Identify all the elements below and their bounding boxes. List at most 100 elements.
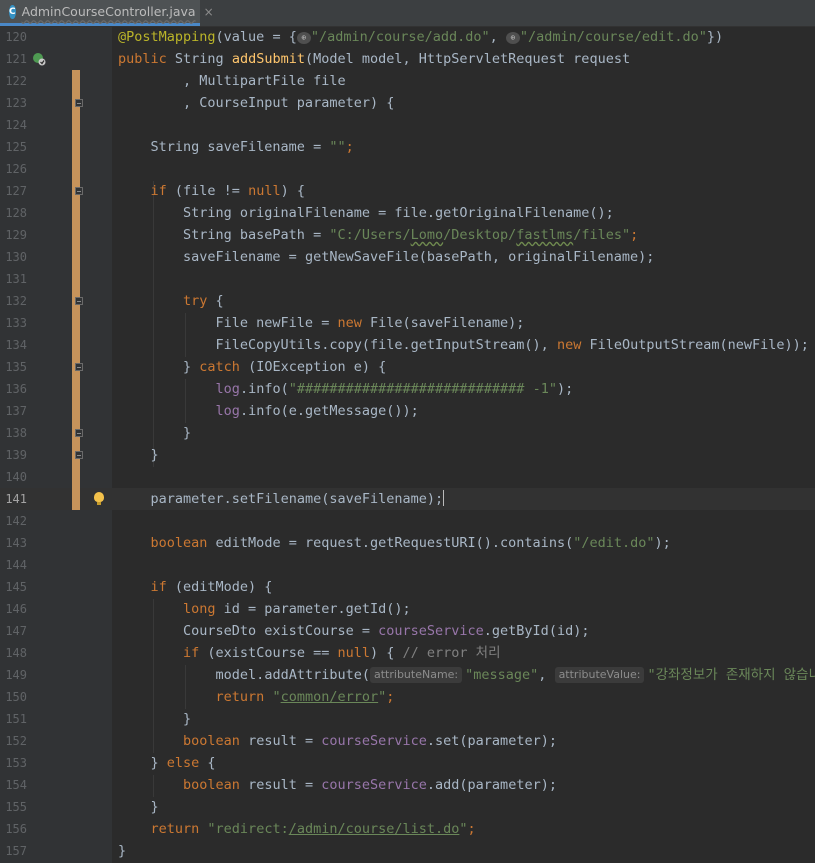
code-line[interactable]: 142 (0, 510, 815, 532)
fold-marker[interactable] (75, 429, 83, 437)
code-line[interactable]: 124 (0, 114, 815, 136)
code-line[interactable]: 130 saveFilename = getNewSaveFile(basePa… (0, 246, 815, 268)
line-number: 145 (5, 580, 27, 594)
code-line[interactable]: 157 } (0, 840, 815, 862)
globe-icon[interactable]: ⊕ (505, 32, 520, 44)
lightbulb-icon[interactable] (94, 492, 104, 505)
close-icon[interactable]: × (204, 5, 214, 19)
line-number: 127 (5, 184, 27, 198)
code-line[interactable]: 122 , MultipartFile file (0, 70, 815, 92)
line-number: 154 (5, 778, 27, 792)
code-line[interactable]: 138 } (0, 422, 815, 444)
line-number: 125 (5, 140, 27, 154)
fold-marker[interactable] (75, 363, 83, 371)
vcs-change-marker[interactable] (72, 334, 80, 356)
editor-tab-bar: C AdminCourseController.java × (0, 0, 815, 27)
line-number: 137 (5, 404, 27, 418)
code-line[interactable]: 125 String saveFilename = ""; (0, 136, 815, 158)
code-line[interactable]: 126 (0, 158, 815, 180)
line-number: 157 (5, 844, 27, 858)
line-number: 132 (5, 294, 27, 308)
parameter-hint: attributeName: (370, 667, 463, 683)
code-line[interactable]: 152 boolean result = courseService.set(p… (0, 730, 815, 752)
code-line[interactable]: 144 (0, 554, 815, 576)
code-line[interactable]: 128 String originalFilename = file.getOr… (0, 202, 815, 224)
code-line[interactable]: 139 } (0, 444, 815, 466)
code-line[interactable]: 133 File newFile = new File(saveFilename… (0, 312, 815, 334)
line-number: 135 (5, 360, 27, 374)
code-line[interactable]: 153 } else { (0, 752, 815, 774)
code-line[interactable]: 155 } (0, 796, 815, 818)
vcs-change-marker[interactable] (72, 70, 80, 92)
line-number: 140 (5, 470, 27, 484)
code-line[interactable]: 156 return "redirect:/admin/course/list.… (0, 818, 815, 840)
parameter-hint: attributeValue: (554, 667, 645, 683)
code-line[interactable]: 131 (0, 268, 815, 290)
code-line[interactable]: 127 if (file != null) { (0, 180, 815, 202)
code-line[interactable]: 154 boolean result = courseService.add(p… (0, 774, 815, 796)
line-number: 129 (5, 228, 27, 242)
vcs-change-marker[interactable] (72, 312, 80, 334)
code-line[interactable]: 140 (0, 466, 815, 488)
line-number: 130 (5, 250, 27, 264)
fold-marker[interactable] (75, 297, 83, 305)
tab-admin-course-controller[interactable]: C AdminCourseController.java × (0, 0, 214, 26)
vcs-change-marker[interactable] (72, 268, 80, 290)
request-mapping-icon[interactable] (32, 52, 46, 66)
globe-icon[interactable]: ⊕ (296, 32, 311, 44)
line-number: 141 (5, 492, 27, 506)
code-line[interactable]: 151 } (0, 708, 815, 730)
line-number: 136 (5, 382, 27, 396)
code-line[interactable]: 150 return "common/error"; (0, 686, 815, 708)
line-number: 123 (5, 96, 27, 110)
vcs-change-marker[interactable] (72, 488, 80, 510)
code-line[interactable]: 132 try { (0, 290, 815, 312)
line-number: 139 (5, 448, 27, 462)
code-line[interactable]: 120 @PostMapping(value = {⊕ "/admin/cours… (0, 26, 815, 48)
code-line[interactable]: 121 public String addSubmit(Model model,… (0, 48, 815, 70)
line-number: 144 (5, 558, 27, 572)
line-number: 126 (5, 162, 27, 176)
code-line[interactable]: 135 } catch (IOException e) { (0, 356, 815, 378)
text-caret (443, 490, 445, 506)
code-line[interactable]: 134 FileCopyUtils.copy(file.getInputStre… (0, 334, 815, 356)
fold-marker[interactable] (75, 187, 83, 195)
line-number: 149 (5, 668, 27, 682)
fold-marker[interactable] (75, 451, 83, 459)
fold-marker[interactable] (75, 99, 83, 107)
vcs-change-marker[interactable] (72, 224, 80, 246)
line-number: 120 (5, 30, 27, 44)
code-line[interactable]: 129 String basePath = "C:/Users/Lomo/Des… (0, 224, 815, 246)
code-line[interactable]: 136 log.info("##########################… (0, 378, 815, 400)
code-line[interactable]: 148 if (existCourse == null) { // error … (0, 642, 815, 664)
vcs-change-marker[interactable] (72, 202, 80, 224)
code-line[interactable]: 146 long id = parameter.getId(); (0, 598, 815, 620)
line-number: 121 (5, 52, 27, 66)
line-number: 150 (5, 690, 27, 704)
line-number: 122 (5, 74, 27, 88)
vcs-change-marker[interactable] (72, 114, 80, 136)
code-line[interactable]: 145 if (editMode) { (0, 576, 815, 598)
line-number: 146 (5, 602, 27, 616)
line-number: 138 (5, 426, 27, 440)
line-number: 133 (5, 316, 27, 330)
vcs-change-marker[interactable] (72, 136, 80, 158)
line-number: 142 (5, 514, 27, 528)
vcs-change-marker[interactable] (72, 246, 80, 268)
line-number: 152 (5, 734, 27, 748)
vcs-change-marker[interactable] (72, 378, 80, 400)
code-line[interactable]: 149 model.addAttribute(attributeName: "me… (0, 664, 815, 686)
line-number: 156 (5, 822, 27, 836)
vcs-change-marker[interactable] (72, 466, 80, 488)
line-number: 148 (5, 646, 27, 660)
code-line[interactable]: 137 log.info(e.getMessage()); (0, 400, 815, 422)
vcs-change-marker[interactable] (72, 400, 80, 422)
code-line[interactable]: 147 CourseDto existCourse = courseServic… (0, 620, 815, 642)
code-line[interactable]: 123 , CourseInput parameter) { (0, 92, 815, 114)
line-number: 153 (5, 756, 27, 770)
code-line-current[interactable]: 141 parameter.setFilename(saveFilename); (0, 488, 815, 510)
line-number: 147 (5, 624, 27, 638)
code-line[interactable]: 143 boolean editMode = request.getReques… (0, 532, 815, 554)
line-number: 151 (5, 712, 27, 726)
vcs-change-marker[interactable] (72, 158, 80, 180)
